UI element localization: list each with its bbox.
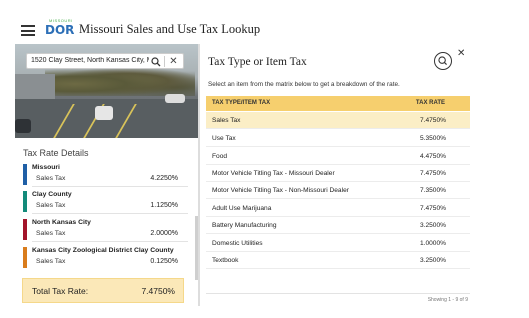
row-tax-rate: 3.2500% xyxy=(419,257,446,264)
total-tax-rate-value: 7.4750% xyxy=(141,286,175,296)
column-header-tax-type: TAX TYPE/ITEM TAX xyxy=(212,100,271,106)
jurisdiction-item: Kansas City Zoological District Clay Cou… xyxy=(23,247,188,269)
app-header: MISSOURI DOR Missouri Sales and Use Tax … xyxy=(0,0,529,44)
row-tax-type: Motor Vehicle Titling Tax - Missouri Dea… xyxy=(212,170,335,177)
jurisdiction-rate: 4.2250% xyxy=(150,175,178,182)
tax-type-panel: Tax Type or Item Tax ✕ Select an item fr… xyxy=(198,44,470,306)
jurisdiction-rate: 2.0000% xyxy=(150,230,178,237)
jurisdiction-rate: 0.1250% xyxy=(150,258,178,265)
jurisdiction-name: Kansas City Zoological District Clay Cou… xyxy=(32,247,174,254)
jurisdiction-name: North Kansas City xyxy=(32,219,91,226)
tax-rate-details-heading: Tax Rate Details xyxy=(23,148,89,158)
jurisdiction-color-bar xyxy=(23,219,27,240)
jurisdiction-rate: 1.1250% xyxy=(150,202,178,209)
panel-instructions: Select an item from the matrix below to … xyxy=(208,81,400,88)
panel-title: Tax Type or Item Tax xyxy=(208,56,307,68)
jurisdiction-tax-type: Sales Tax xyxy=(36,202,66,209)
row-tax-type: Motor Vehicle Titling Tax - Non-Missouri… xyxy=(212,187,349,194)
row-tax-type: Sales Tax xyxy=(212,117,241,124)
street-view-image[interactable]: 1520 Clay Street, North Kansas City, MO … xyxy=(15,44,198,138)
table-row[interactable]: Adult Use Marijuana 7.4750% xyxy=(206,200,470,217)
search-icon[interactable] xyxy=(151,57,161,67)
row-tax-type: Domestic Utilities xyxy=(212,240,263,247)
table-row[interactable]: Motor Vehicle Titling Tax - Non-Missouri… xyxy=(206,182,470,199)
table-row[interactable]: Sales Tax 7.4750% xyxy=(206,112,470,129)
jurisdiction-tax-type: Sales Tax xyxy=(36,230,66,237)
dor-logo: MISSOURI DOR xyxy=(45,18,75,38)
table-row[interactable]: Food 4.4750% xyxy=(206,148,470,165)
row-tax-type: Use Tax xyxy=(212,135,236,142)
jurisdiction-color-bar xyxy=(23,164,27,185)
jurisdiction-name: Clay County xyxy=(32,191,72,198)
table-row[interactable]: Motor Vehicle Titling Tax - Missouri Dea… xyxy=(206,165,470,182)
jurisdiction-item: Clay County Sales Tax 1.1250% xyxy=(23,191,188,214)
jurisdiction-tax-type: Sales Tax xyxy=(36,258,66,265)
close-panel-icon[interactable]: ✕ xyxy=(457,48,465,59)
row-tax-type: Textbook xyxy=(212,257,239,264)
jurisdiction-name: Missouri xyxy=(32,164,60,171)
hamburger-menu-icon[interactable] xyxy=(21,25,35,36)
pagination-summary: Showing 1 - 9 of 9 xyxy=(427,297,468,303)
row-tax-rate: 7.4750% xyxy=(419,205,446,212)
row-tax-rate: 3.2500% xyxy=(419,222,446,229)
row-tax-type: Battery Manufacturing xyxy=(212,222,277,229)
search-icon[interactable] xyxy=(434,52,452,70)
table-row[interactable]: Domestic Utilities 1.0000% xyxy=(206,235,470,252)
total-tax-rate-label: Total Tax Rate: xyxy=(32,286,89,296)
table-row[interactable]: Textbook 3.2500% xyxy=(206,252,470,269)
table-row[interactable]: Battery Manufacturing 3.2500% xyxy=(206,217,470,234)
logo-dor-text: DOR xyxy=(45,23,75,37)
jurisdiction-item: Missouri Sales Tax 4.2250% xyxy=(23,164,188,187)
table-row[interactable]: Use Tax 5.3500% xyxy=(206,130,470,147)
left-panel: 1520 Clay Street, North Kansas City, MO … xyxy=(15,44,198,318)
row-tax-rate: 7.4750% xyxy=(419,117,446,124)
address-search-field[interactable]: 1520 Clay Street, North Kansas City, MO … xyxy=(26,53,184,69)
address-search-input[interactable]: 1520 Clay Street, North Kansas City, MO xyxy=(31,57,149,64)
column-header-tax-rate: TAX RATE xyxy=(415,100,445,106)
clear-search-icon[interactable]: ✕ xyxy=(168,56,179,67)
jurisdiction-tax-type: Sales Tax xyxy=(36,175,66,182)
jurisdiction-color-bar xyxy=(23,247,27,268)
jurisdiction-item: North Kansas City Sales Tax 2.0000% xyxy=(23,219,188,242)
total-tax-rate-box: Total Tax Rate: 7.4750% xyxy=(22,278,184,303)
row-tax-type: Food xyxy=(212,153,228,160)
row-tax-type: Adult Use Marijuana xyxy=(212,205,272,212)
row-tax-rate: 7.3500% xyxy=(419,187,446,194)
jurisdiction-color-bar xyxy=(23,191,27,212)
row-tax-rate: 7.4750% xyxy=(419,170,446,177)
row-tax-rate: 5.3500% xyxy=(419,135,446,142)
app-title: Missouri Sales and Use Tax Lookup xyxy=(79,22,261,36)
table-header: TAX TYPE/ITEM TAX TAX RATE xyxy=(206,96,470,111)
row-tax-rate: 4.4750% xyxy=(419,153,446,160)
row-tax-rate: 1.0000% xyxy=(419,240,446,247)
